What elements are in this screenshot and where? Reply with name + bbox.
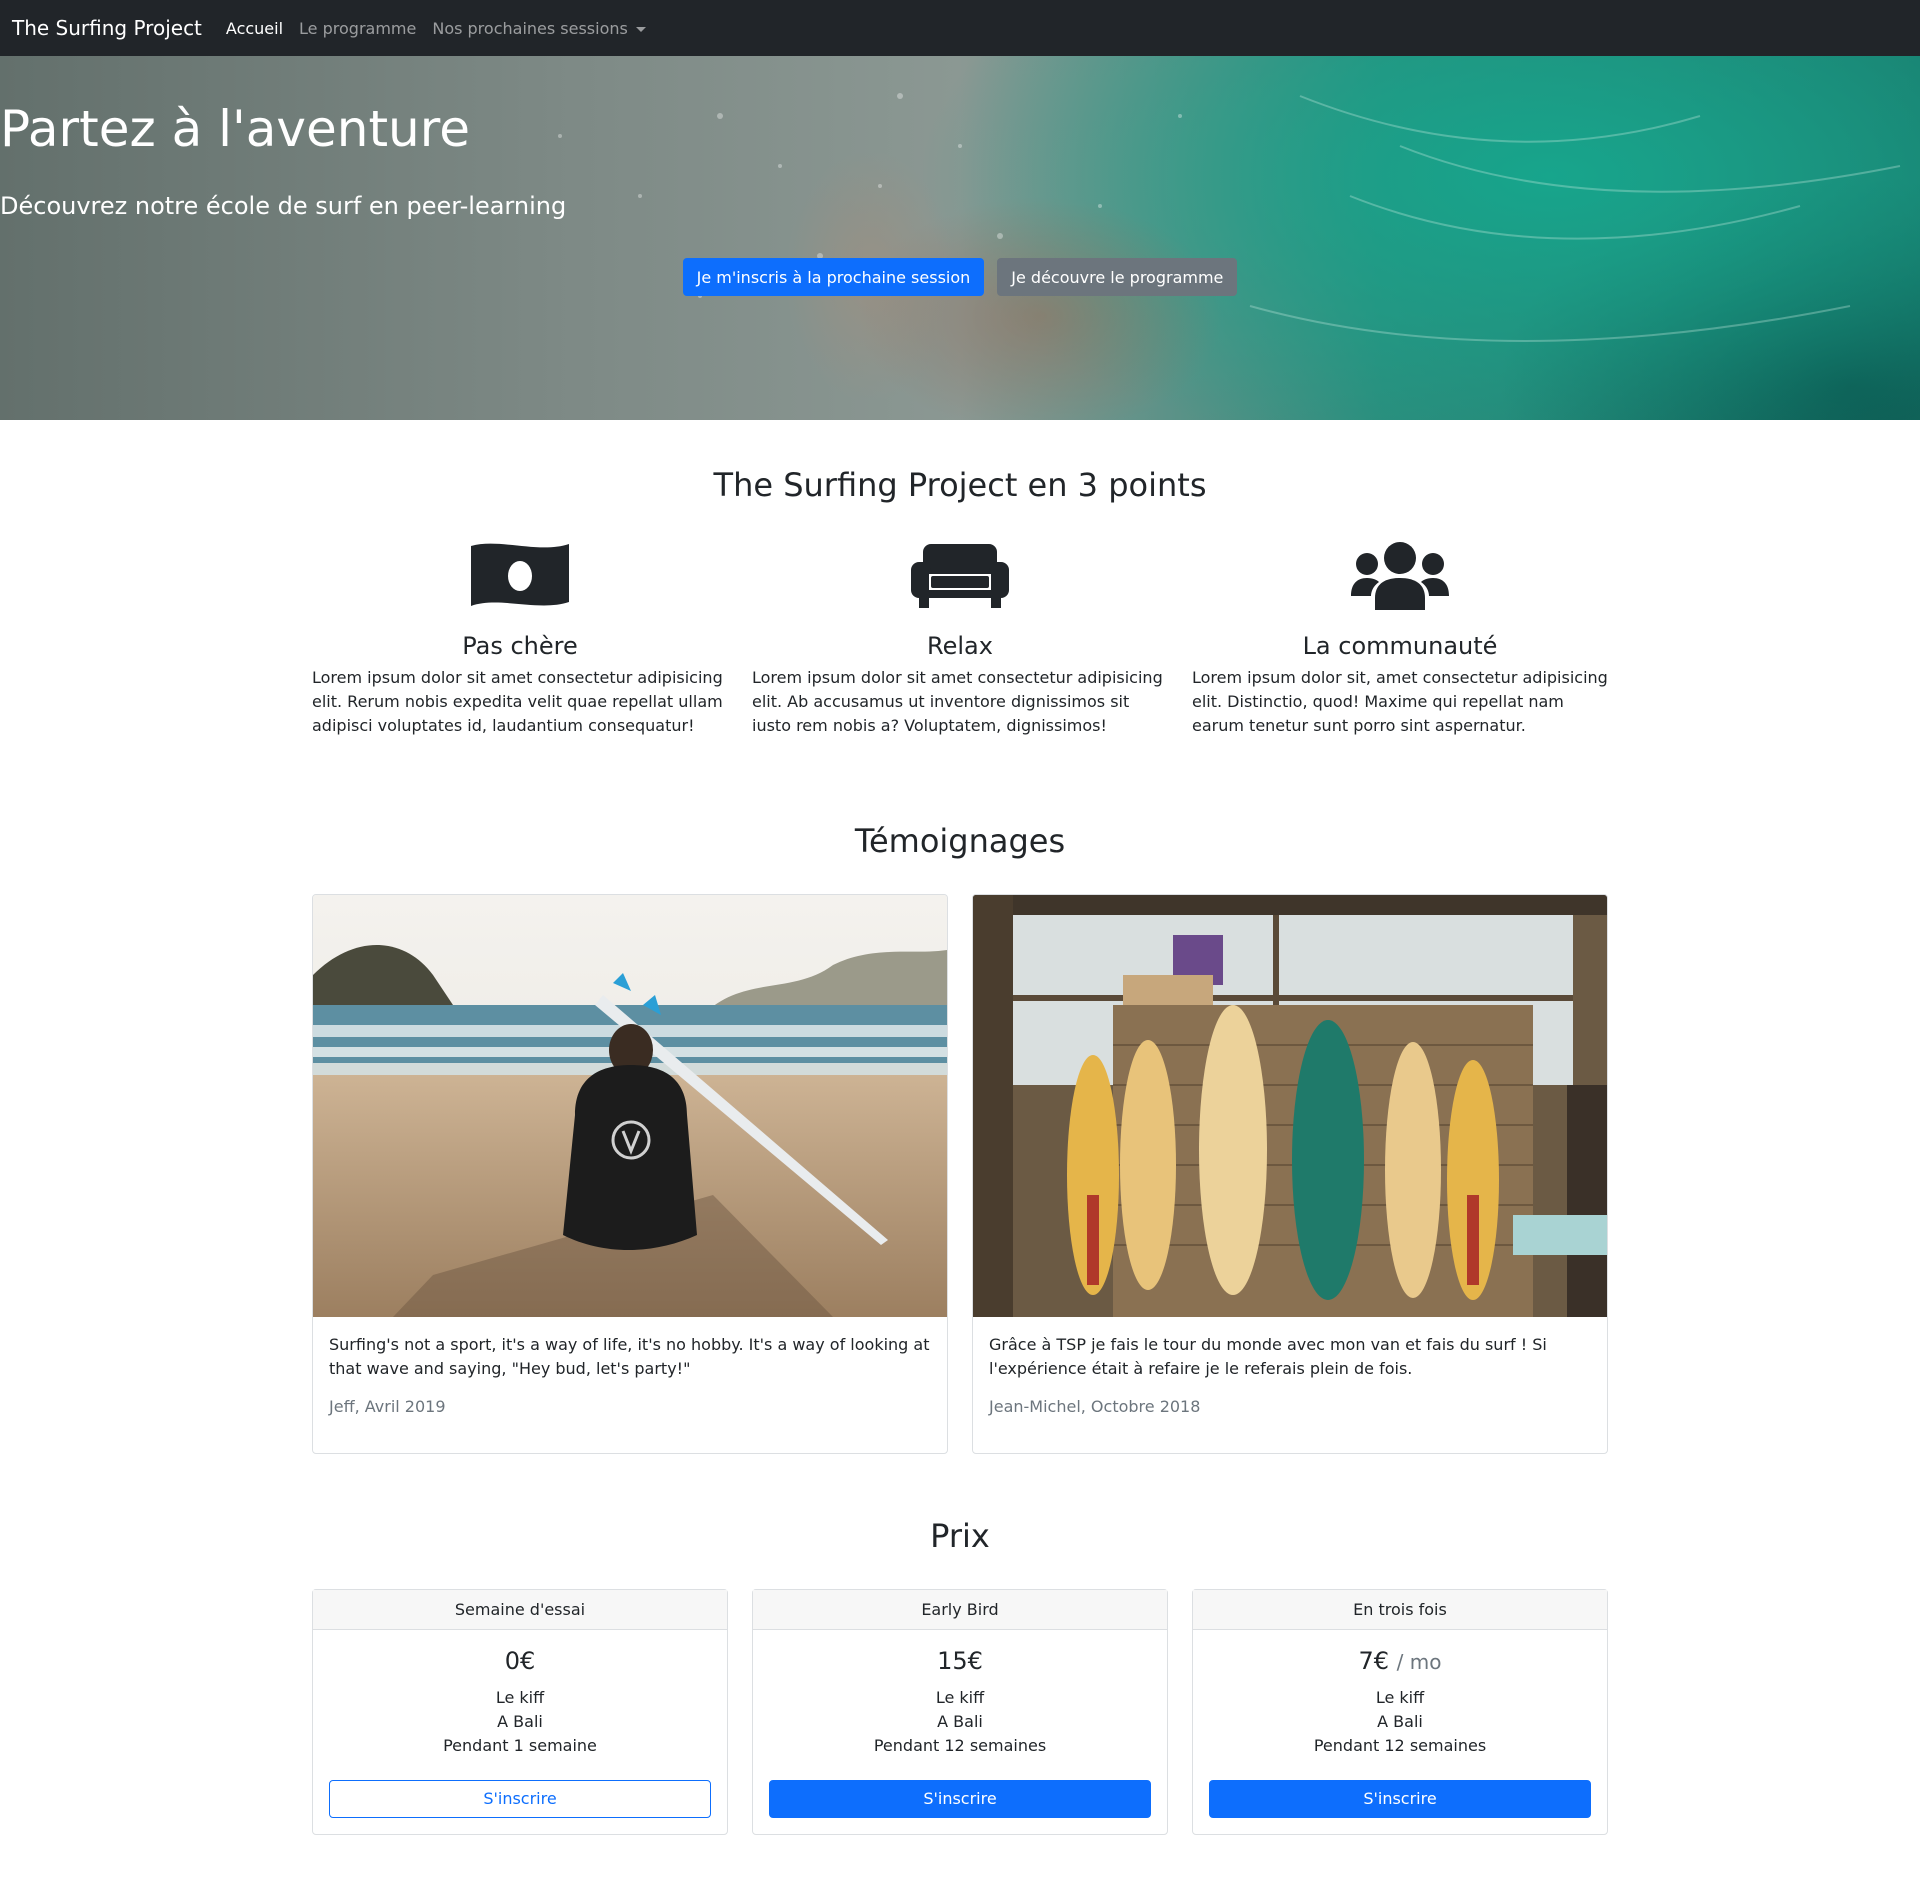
plan-feature: Le kiff — [1375, 1688, 1425, 1707]
plan-feature: Pendant 12 semaines — [1313, 1736, 1487, 1755]
nav-link-programme[interactable]: Le programme — [299, 19, 416, 38]
testimonial-quote: Surfing's not a sport, it's a way of lif… — [329, 1335, 930, 1378]
feature-communaute: La communauté Lorem ipsum dolor sit, ame… — [1192, 540, 1608, 738]
hero-title: Partez à l'aventure — [0, 100, 470, 158]
feature-text: Lorem ipsum dolor sit amet consectetur a… — [312, 668, 723, 735]
money-bill-icon — [312, 540, 728, 612]
price-value: 0€ — [504, 1647, 536, 1675]
nav-dropdown-sessions[interactable]: Nos prochaines sessions — [432, 19, 646, 38]
signup-next-session-button[interactable]: Je m'inscris à la prochaine session — [682, 258, 985, 296]
plan-feature: A Bali — [1377, 1712, 1423, 1731]
plan-feature: Pendant 1 semaine — [443, 1736, 597, 1755]
users-icon — [1192, 540, 1608, 612]
pricing-title: Prix — [930, 1517, 990, 1555]
plan-feature: A Bali — [937, 1712, 983, 1731]
price-value: 7€ — [1358, 1647, 1390, 1675]
signup-button-early-bird[interactable]: S'inscrire — [769, 1780, 1151, 1818]
feature-relax: Relax Lorem ipsum dolor sit amet consect… — [752, 540, 1168, 738]
testimonial-card: Grâce à TSP je fais le tour du monde ave… — [972, 894, 1608, 1454]
pricing-card-trial: Semaine d'essai 0€ Le kiff A Bali Pendan… — [312, 1589, 728, 1835]
plan-feature: Pendant 12 semaines — [873, 1736, 1047, 1755]
plan-features: Le kiff A Bali Pendant 1 semaine — [313, 1686, 727, 1758]
feature-title: Pas chère — [462, 632, 578, 660]
plan-feature: Le kiff — [935, 1688, 985, 1707]
caret-down-icon — [635, 26, 646, 32]
nav-dropdown-label: Nos prochaines sessions — [432, 18, 628, 38]
pricing-card-three-payments: En trois fois 7€ / mo Le kiff A Bali Pen… — [1192, 1589, 1608, 1835]
testimonial-quote: Grâce à TSP je fais le tour du monde ave… — [989, 1335, 1547, 1378]
plan-name: En trois fois — [1193, 1590, 1607, 1630]
testimonial-author: Jean-Michel, Octobre 2018 — [989, 1397, 1201, 1416]
plan-feature: Le kiff — [495, 1688, 545, 1707]
plan-price: 7€ / mo — [1193, 1644, 1607, 1678]
feature-pas-chere: Pas chère Lorem ipsum dolor sit amet con… — [312, 540, 728, 738]
plan-feature: A Bali — [497, 1712, 543, 1731]
plan-name: Early Bird — [753, 1590, 1167, 1630]
testimonial-card: Surfing's not a sport, it's a way of lif… — [312, 894, 948, 1454]
testimonial-photo-beach — [313, 895, 947, 1317]
hero-subtitle: Découvrez notre école de surf en peer-le… — [0, 192, 567, 220]
price-period: / mo — [1396, 1650, 1442, 1674]
plan-price: 0€ — [313, 1644, 727, 1678]
feature-text: Lorem ipsum dolor sit amet consectetur a… — [752, 668, 1163, 735]
feature-title: Relax — [927, 632, 993, 660]
price-value: 15€ — [937, 1647, 983, 1675]
nav-link-accueil[interactable]: Accueil — [226, 19, 283, 38]
hero-buttons: Je m'inscris à la prochaine session Je d… — [0, 258, 1920, 296]
plan-price: 15€ — [753, 1644, 1167, 1678]
brand-link[interactable]: The Surfing Project — [12, 16, 202, 40]
signup-button-trial[interactable]: S'inscrire — [329, 1780, 711, 1818]
plan-features: Le kiff A Bali Pendant 12 semaines — [753, 1686, 1167, 1758]
discover-program-button[interactable]: Je découvre le programme — [997, 258, 1238, 296]
feature-text: Lorem ipsum dolor sit, amet consectetur … — [1192, 668, 1608, 735]
testimonial-body: Surfing's not a sport, it's a way of lif… — [313, 1317, 947, 1432]
couch-icon — [752, 540, 1168, 612]
pricing-card-early-bird: Early Bird 15€ Le kiff A Bali Pendant 12… — [752, 1589, 1168, 1835]
testimonial-photo-surfboards — [973, 895, 1607, 1317]
hero-banner: Partez à l'aventure Découvrez notre écol… — [0, 56, 1920, 420]
testimonials-title: Témoignages — [854, 822, 1066, 860]
signup-button-three-payments[interactable]: S'inscrire — [1209, 1780, 1591, 1818]
plan-name: Semaine d'essai — [313, 1590, 727, 1630]
testimonial-body: Grâce à TSP je fais le tour du monde ave… — [973, 1317, 1607, 1432]
testimonial-author: Jeff, Avril 2019 — [329, 1397, 446, 1416]
navbar: The Surfing Project Accueil Le programme… — [0, 0, 1920, 56]
feature-title: La communauté — [1302, 632, 1498, 660]
features-title: The Surfing Project en 3 points — [713, 466, 1207, 504]
plan-features: Le kiff A Bali Pendant 12 semaines — [1193, 1686, 1607, 1758]
